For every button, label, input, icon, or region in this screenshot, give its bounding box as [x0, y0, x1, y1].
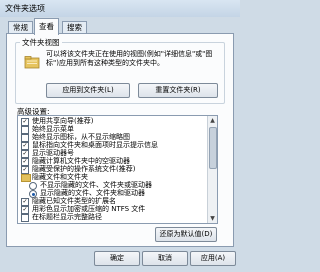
- folder-views-label: 文件夹视图: [20, 37, 62, 48]
- checked-checkbox[interactable]: ✓: [21, 158, 29, 166]
- settings-row-label: 用彩色显示加密或压缩的 NTFS 文件: [32, 205, 146, 213]
- view-panel: 文件夹视图 可以将该文件夹正在使用的视图(例如"详细信息"或"图标")应用到所有…: [6, 33, 234, 247]
- folder-views-description: 可以将该文件夹正在使用的视图(例如"详细信息"或"图标")应用到所有这种类型的文…: [46, 50, 213, 67]
- settings-row-label: 隐藏文件和文件夹: [32, 173, 88, 181]
- settings-row-label: 不显示隐藏的文件、文件夹或驱动器: [40, 181, 152, 189]
- scroll-thumb[interactable]: [209, 127, 217, 169]
- scroll-down-icon[interactable]: ▼: [208, 214, 217, 223]
- settings-row-label: 隐藏计算机文件夹中的空驱动器: [32, 157, 130, 165]
- apply-to-folders-button[interactable]: 应用到文件夹(L): [46, 83, 130, 98]
- restore-defaults-button[interactable]: 还原为默认值(D): [155, 227, 217, 242]
- scroll-up-icon[interactable]: ▲: [208, 116, 217, 125]
- settings-row-label: 隐藏已知文件类型的扩展名: [32, 197, 116, 205]
- settings-row-label: 始终显示图标，从不显示缩略图: [32, 133, 130, 141]
- checked-checkbox[interactable]: ✓: [21, 142, 29, 150]
- tab-strip: 常规 查看 搜索: [8, 18, 232, 35]
- checked-checkbox[interactable]: ✓: [21, 206, 29, 214]
- checked-checkbox[interactable]: ✓: [21, 198, 29, 206]
- settings-row-label: 始终显示菜单: [32, 125, 74, 133]
- checkbox[interactable]: [21, 214, 29, 222]
- cancel-button[interactable]: 取消: [142, 251, 188, 266]
- settings-row-label: 使用共享向导(推荐): [32, 117, 94, 125]
- checked-checkbox[interactable]: ✓: [21, 166, 29, 174]
- settings-row-label: 鼠标指向文件夹和桌面项时显示提示信息: [32, 141, 158, 149]
- checkbox[interactable]: [21, 126, 29, 134]
- title-bar: 文件夹选项: [0, 0, 240, 17]
- folder-views-group: 文件夹视图 可以将该文件夹正在使用的视图(例如"详细信息"或"图标")应用到所有…: [15, 37, 225, 104]
- folder-icon: [21, 174, 31, 182]
- settings-row-label: 在标题栏显示完整路径: [32, 213, 102, 221]
- checkbox[interactable]: [21, 134, 29, 142]
- apply-button[interactable]: 应用(A): [190, 251, 236, 266]
- scrollbar[interactable]: ▲ ▼: [207, 116, 217, 223]
- advanced-settings-list[interactable]: 在标题栏显示完整路径 ✓ 用彩色显示加密或压缩的 NTFS 文件 ✓ 隐藏已知文件类型的…: [17, 115, 218, 224]
- settings-row-label: 隐藏受保护的操作系统文件(推荐): [32, 165, 136, 173]
- tab-view[interactable]: 查看: [34, 18, 59, 35]
- settings-row-label: 显示隐藏的文件、文件夹和驱动器: [40, 189, 145, 197]
- radio[interactable]: [29, 182, 37, 190]
- checked-checkbox[interactable]: ✓: [21, 150, 29, 158]
- checked-checkbox[interactable]: ✓: [21, 118, 29, 126]
- reset-folders-button[interactable]: 重置文件夹(R): [138, 83, 218, 98]
- selected-radio[interactable]: [29, 190, 37, 198]
- folder-icon: [24, 56, 40, 69]
- ok-button[interactable]: 确定: [94, 251, 140, 266]
- window-title: 文件夹选项: [5, 4, 45, 13]
- settings-row-label: 显示驱动器号: [32, 149, 74, 157]
